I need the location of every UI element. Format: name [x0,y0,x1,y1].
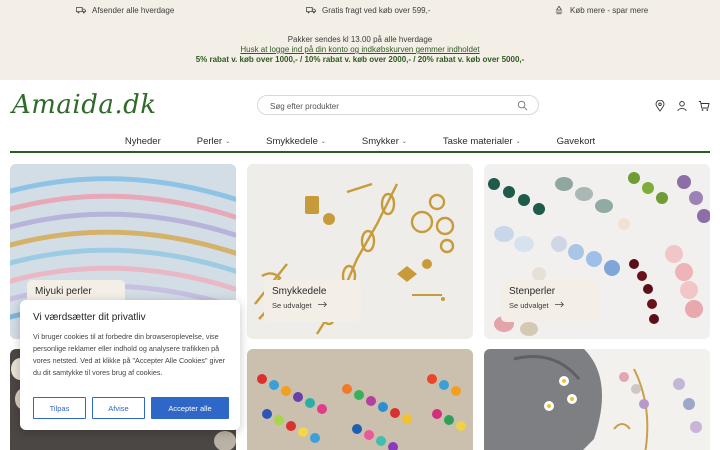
nav-label: Nyheder [124,135,161,147]
category-title: Smykkedele [272,286,327,297]
usp-text: Afsender alle hverdage [92,5,175,15]
nav-label: Smykker [361,135,399,147]
usp-free-shipping: Gratis fragt ved køb over 599,- [306,5,431,15]
search-bar[interactable] [257,95,539,115]
category-tile-bag-materials[interactable] [484,349,710,450]
nav-item-smykker[interactable]: Smykker ⌄ [362,136,407,147]
category-title: Stenperler [509,286,556,297]
discount-promo: 5% rabat v. køb over 1000,- / 10% rabat … [195,55,525,64]
top-info-bar: Afsender alle hverdage Gratis fragt ved … [0,0,720,80]
truck-icon [306,7,316,14]
usp-text: Gratis fragt ved køb over 599,- [322,5,431,15]
login-reminder-link[interactable]: Husk at logge ind på din konto og indkøb… [0,45,720,55]
nav-label: Gavekort [556,135,596,147]
nav-label: Perler [196,135,223,147]
see-selection-link[interactable]: Se udvalget [509,301,590,310]
nav-item-taske-materialer[interactable]: Taske materialer ⌄ [443,136,521,147]
cookie-consent-dialog: Vi værdsætter dit privatliv Vi bruger co… [20,300,240,430]
cookie-title: Vi værdsætter dit privatliv [33,312,146,323]
chevron-down-icon: ⌄ [401,138,407,145]
usp-shipping-days: Afsender alle hverdage [76,5,174,15]
category-title: Miyuki perler [35,286,92,297]
location-pin-icon[interactable] [654,99,666,112]
shipping-notice: Pakker sendes kl 13.00 på alle hverdage … [0,35,720,65]
cart-icon[interactable] [698,99,710,111]
category-tile-crystal[interactable] [247,349,473,450]
category-label[interactable]: Stenperler Se udvalget [501,280,598,322]
main-navigation: Nyheder Perler ⌄ Smykkedele ⌄ Smykker ⌄ Tas… [0,130,720,152]
usp-buy-more: Køb mere - spar mere [554,5,648,15]
chevron-down-icon: ⌄ [515,138,521,145]
reject-cookies-button[interactable]: Afvise [92,397,145,419]
cookie-body: Vi bruger cookies til at forbedre din br… [33,332,226,377]
search-input[interactable] [270,100,510,112]
bag-materials-image [484,349,710,450]
arrow-right-icon [317,301,328,310]
nav-item-smykkedele[interactable]: Smykkedele ⌄ [266,136,326,147]
nav-label: Smykkedele [266,135,318,147]
nav-label: Taske materialer [442,135,513,147]
arrow-right-icon [554,301,565,310]
usp-text: Køb mere - spar mere [570,5,649,15]
site-header: Amaida.dk [0,80,720,130]
category-tile-stenperler[interactable]: Stenperler Se udvalget [484,164,710,339]
chevron-down-icon: ⌄ [225,138,231,145]
cta-label: Se udvalget [509,301,549,310]
chevron-down-icon: ⌄ [320,138,326,145]
site-logo[interactable]: Amaida.dk [12,90,157,120]
user-icon[interactable] [676,99,688,112]
accept-all-cookies-button[interactable]: Accepter alle [151,397,229,419]
see-selection-link[interactable]: Se udvalget [272,301,353,310]
nav-divider [10,151,710,153]
cta-label: Se udvalget [272,301,312,310]
truck-icon [76,7,86,14]
crystal-beads-image [247,349,473,450]
search-icon[interactable] [517,100,528,111]
category-label[interactable]: Smykkedele Se udvalget [264,280,361,322]
nav-item-nyheder[interactable]: Nyheder [125,136,161,147]
recycle-icon [555,5,563,15]
notice-line: Pakker sendes kl 13.00 på alle hverdage [287,35,433,44]
nav-item-perler[interactable]: Perler ⌄ [197,136,230,147]
nav-item-gavekort[interactable]: Gavekort [557,136,596,147]
category-tile-smykkedele[interactable]: Smykkedele Se udvalget [247,164,473,339]
customize-cookies-button[interactable]: Tilpas [33,397,86,419]
